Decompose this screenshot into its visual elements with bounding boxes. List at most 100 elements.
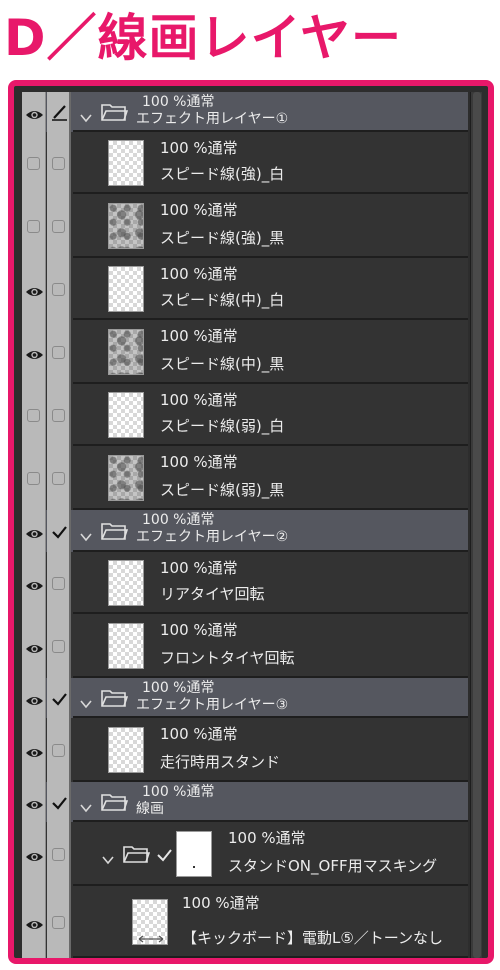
edit-column [47,384,71,446]
chevron-down-icon[interactable] [102,850,114,865]
layer-info: 100 %通常 [142,680,215,696]
layer-info: 100 %通常 [142,512,215,528]
edit-checkbox[interactable] [52,283,65,296]
edit-checkbox[interactable] [52,472,65,485]
eye-icon[interactable] [25,916,44,929]
layer-name: スピード線(中)_黒 [160,355,285,373]
edit-checkbox[interactable] [52,916,65,929]
layer-name: 【キックボード】電動L⑤／トーンなし [182,929,444,947]
layer-row[interactable]: 100 %通常 走行時用スタンド [22,718,468,782]
scrollbar-thumb[interactable] [473,92,481,958]
visibility-column [22,320,46,384]
edit-column [47,614,71,678]
layer-folder-row[interactable]: 100 %通常 線画 [22,782,468,822]
edit-checkbox[interactable] [52,409,65,422]
pen-icon[interactable] [51,103,68,121]
visibility-column [22,384,46,446]
layer-name: エフェクト用レイヤー② [136,529,289,545]
scrollbar[interactable] [470,92,482,958]
edit-column [47,258,71,320]
row-divider [73,956,468,958]
layer-panel: 100 %通常 エフェクト用レイヤー① 100 %通常 スピード線(強)_白 100 %… [22,92,482,958]
edit-checkbox[interactable] [52,640,65,653]
edit-column [47,92,71,132]
visibility-column [22,92,46,132]
eye-icon[interactable] [25,744,44,757]
thumbnail-arrow-mark [138,928,164,947]
visibility-column [22,678,46,718]
layer-row[interactable]: 100 %通常スピード線(中)_黒 [22,320,468,384]
check-icon[interactable] [51,691,68,706]
eye-icon[interactable] [25,796,44,809]
eye-icon[interactable] [25,525,44,538]
layer-row[interactable]: 100 %通常 スピード線(強)_白 [22,132,468,194]
eye-icon[interactable] [25,848,44,861]
layer-info: 100 %通常 [160,139,238,157]
edit-checkbox[interactable] [52,744,65,757]
folder-icon [100,687,129,709]
eye-icon[interactable] [25,577,44,590]
layer-thumbnail [108,203,144,249]
visibility-column [22,822,46,886]
visibility-checkbox[interactable] [27,409,40,422]
edit-checkbox[interactable] [52,848,65,861]
edit-checkbox[interactable] [52,220,65,233]
edit-column [47,822,71,886]
folder-icon [122,843,151,865]
chevron-down-icon[interactable] [80,527,92,542]
layer-info: 100 %通常 [142,784,215,800]
layer-thumbnail [108,392,144,438]
visibility-column [22,718,46,782]
layer-row[interactable]: 100 %通常【キックボード】電動L⑤／トーンなし [22,886,468,958]
layer-name: スタンドON_OFF用マスキング [228,857,438,875]
layer-name: スピード線(強)_黒 [160,229,285,247]
eye-icon[interactable] [25,283,44,296]
layer-thumbnail [108,727,144,773]
chevron-down-icon[interactable] [80,108,92,123]
layer-row[interactable]: 100 %通常 スピード線(強)_黒 [22,194,468,258]
edit-column [47,510,71,552]
eye-icon[interactable] [25,692,44,705]
layer-info: 100 %通常 [182,894,260,912]
layer-row[interactable]: 100 %通常 リアタイヤ回転 [22,552,468,614]
visibility-checkbox[interactable] [27,220,40,233]
eye-icon[interactable] [25,346,44,359]
layer-thumbnail [108,266,144,312]
layer-name: 走行時用スタンド [160,753,281,771]
layer-row[interactable]: 100 %通常 スピード線(弱)_黒 [22,446,468,510]
check-icon[interactable] [156,847,173,862]
chevron-down-icon[interactable] [80,694,92,709]
check-icon[interactable] [51,795,68,810]
layer-panel-frame: 100 %通常 エフェクト用レイヤー① 100 %通常 スピード線(強)_白 100 %… [8,80,494,964]
layer-info: 100 %通常 [160,327,238,345]
edit-column [47,320,71,384]
thumbnail-dot [193,866,195,868]
edit-column [47,782,71,822]
edit-column [47,886,71,958]
edit-checkbox[interactable] [52,157,65,170]
layer-info: 100 %通常 [160,621,238,639]
layer-folder-row[interactable]: 100 %通常 エフェクト用レイヤー③ [22,678,468,718]
chevron-down-icon[interactable] [80,798,92,813]
layer-info: 100 %通常 [142,94,215,110]
folder-icon [100,101,129,123]
visibility-column [22,132,46,194]
edit-checkbox[interactable] [52,346,65,359]
edit-checkbox[interactable] [52,577,65,590]
layer-row[interactable]: 100 %通常 スピード線(弱)_白 [22,384,468,446]
layer-name: 線画 [136,801,164,817]
layer-thumbnail [108,455,144,501]
eye-icon[interactable] [25,106,44,119]
layer-thumbnail [132,899,168,945]
layer-row[interactable]: 100 %通常 スピード線(中)_白 [22,258,468,320]
visibility-checkbox[interactable] [27,472,40,485]
layer-row[interactable]: 100 %通常 フロントタイヤ回転 [22,614,468,678]
layer-folder-row[interactable]: 100 %通常 エフェクト用レイヤー② [22,510,468,552]
check-icon[interactable] [51,524,68,539]
layer-row[interactable]: 100 %通常 スタンドON_OFF用マスキング [22,822,468,886]
eye-icon[interactable] [25,640,44,653]
visibility-checkbox[interactable] [27,157,40,170]
layer-folder-row[interactable]: 100 %通常 エフェクト用レイヤー① [22,92,468,132]
layer-info: 100 %通常 [160,453,238,471]
layer-name: エフェクト用レイヤー③ [136,697,289,713]
